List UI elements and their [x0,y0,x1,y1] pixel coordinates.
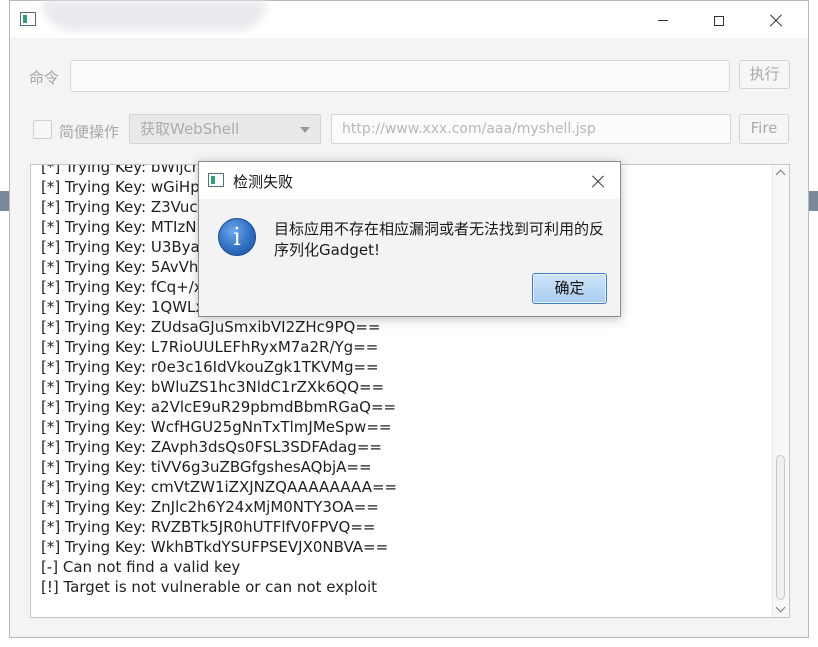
fire-button[interactable]: Fire [739,114,789,144]
blurred-title-area [42,1,267,31]
dialog-app-icon [208,173,224,187]
action-select-value: 获取WebShell [140,120,240,138]
maximize-button[interactable] [696,5,742,35]
quick-mode-label: 简便操作 [59,123,120,141]
close-icon [591,175,605,189]
log-line: [*] Trying Key: ZUdsaGJuSmxibVI2ZHc9PQ== [41,318,381,336]
log-line: [*] Trying Key: a2VlcE9uR29pbmdBbmRGaQ== [41,398,397,416]
log-line: [*] Trying Key: r0e3c16IdVkouZgk1TKVMg== [41,358,379,376]
info-icon: i [218,218,256,256]
command-input[interactable] [70,60,730,92]
error-dialog: 检测失败 i 目标应用不存在相应漏洞或者无法找到可利用的反序列化Gadget! … [198,161,621,317]
log-line: [*] Trying Key: ZnJlc2h6Y24xMjM0NTY3OA== [41,498,379,516]
scroll-down-icon[interactable] [773,601,789,617]
background-strip-left [0,191,9,211]
scrollbar-thumb[interactable] [776,455,785,600]
command-label: 命令 [29,69,60,87]
chevron-down-icon [300,127,310,133]
main-window: 命令 执行 简便操作 获取WebShell http://www.xxx.com… [9,0,809,638]
scroll-up-icon[interactable] [773,165,789,181]
log-line: [!] Target is not vulnerable or can not … [41,578,377,596]
log-line: [-] Can not find a valid key [41,558,241,576]
action-select[interactable]: 获取WebShell [129,114,321,144]
log-line: [*] Trying Key: tiVV6g3uZBGfgshesAQbjA== [41,458,372,476]
dialog-title-bar: 检测失败 [199,162,620,199]
log-line: [*] Trying Key: bWluZS1hc3NldC1rZXk6QQ== [41,378,385,396]
log-line: [*] Trying Key: ZAvph3dsQs0FSL3SDFAdag== [41,438,382,456]
execute-button[interactable]: 执行 [739,60,790,89]
dialog-close-button[interactable] [586,170,610,192]
close-icon [769,14,783,28]
maximize-icon [714,15,724,26]
minimize-button[interactable] [640,5,686,35]
app-icon [20,12,36,26]
background-strip-right [809,191,818,211]
dialog-title: 检测失败 [233,173,294,191]
log-line: [*] Trying Key: WcfHGU25gNnTxTlmJMeSpw== [41,418,392,436]
dialog-content: i 目标应用不存在相应漏洞或者无法找到可利用的反序列化Gadget! 确定 [199,199,620,316]
log-line: [*] Trying Key: cmVtZW1iZXJNZQAAAAAAAA== [41,478,398,496]
close-button[interactable] [753,5,799,35]
minimize-icon [658,20,668,21]
title-bar [10,1,808,38]
quick-mode-checkbox[interactable] [33,120,52,139]
log-line: [*] Trying Key: L7RioUULEFhRyxM7a2R/Yg== [41,338,379,356]
dialog-message: 目标应用不存在相应漏洞或者无法找到可利用的反序列化Gadget! [274,220,605,259]
log-line: [*] Trying Key: WkhBTkdYSUFPSEVJX0NBVA== [41,538,389,556]
log-line: [*] Trying Key: RVZBTk5JR0hUTFlfV0FPVQ== [41,518,376,536]
url-input[interactable]: http://www.xxx.com/aaa/myshell.jsp [331,114,731,144]
vertical-scrollbar[interactable] [772,165,789,617]
ok-button[interactable]: 确定 [532,273,607,304]
